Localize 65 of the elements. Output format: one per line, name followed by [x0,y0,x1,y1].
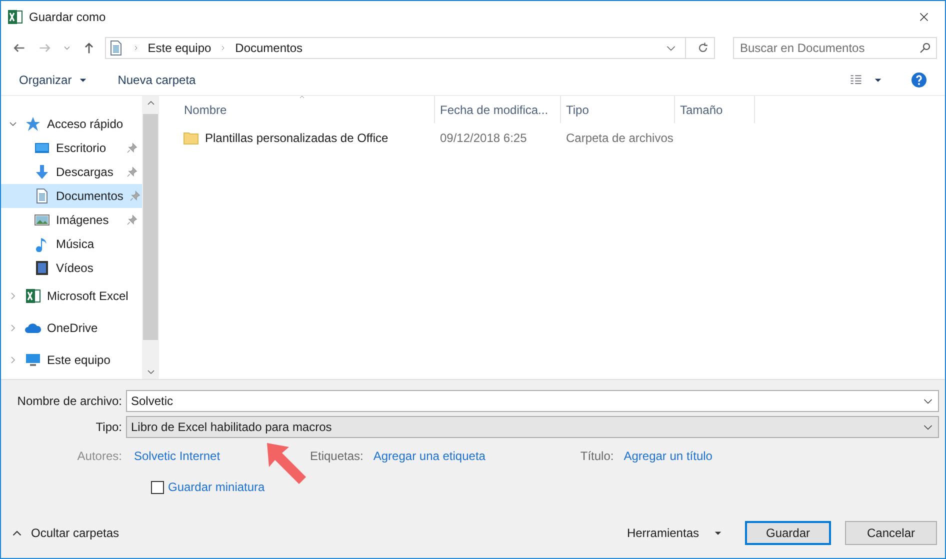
address-bar[interactable]: Este equipo Documentos [104,37,715,59]
window-title: Guardar como [29,8,106,26]
pointer-arrow [265,441,309,485]
film-icon [34,260,50,276]
title-label: Título: [580,448,614,465]
file-row[interactable]: Plantillas personalizadas de Office 09/12/2018 6:25 Carpeta de archivos [159,123,945,153]
column-header[interactable]: Tipo [561,96,675,123]
hide-folders-button[interactable]: Ocultar carpetas [11,524,120,542]
pin-icon [126,166,138,178]
sidebar-item[interactable]: Imágenes [1,208,142,232]
excel-icon [25,288,41,304]
sidebar-item[interactable]: Descargas [1,160,142,184]
details-view-icon [849,72,863,86]
breadcrumb[interactable]: Este equipo [148,39,212,57]
sidebar-item[interactable]: Acceso rápido [1,112,142,136]
monitor-icon [25,352,41,368]
search-icon [919,42,931,54]
help-icon [911,72,927,88]
close-icon [918,10,930,22]
scrollbar[interactable] [142,96,159,379]
tools-menu-button[interactable]: Herramientas [626,524,723,542]
new-folder-button[interactable]: Nueva carpeta [118,70,196,88]
download-arrow-icon [34,164,50,180]
pin-icon [126,214,138,226]
sidebar-item[interactable]: Microsoft Excel [1,280,142,312]
sidebar-item[interactable]: Documentos [1,184,142,208]
modified-date: 09/12/2018 6:25 [439,130,528,147]
filename-label: Nombre de archivo: [16,393,122,410]
add-tag-link[interactable]: Agregar una etiqueta [373,447,580,465]
sidebar-item[interactable]: Escritorio [1,136,142,160]
tags-label: Etiquetas: [310,448,364,465]
cancel-button[interactable]: Cancelar [845,521,937,545]
breadcrumb[interactable]: Documentos [235,39,303,57]
star-icon [25,116,41,132]
back-arrow-icon [12,41,26,55]
document-icon [34,188,50,204]
filename-field[interactable]: Solvetic [126,390,939,412]
desktop-icon [34,140,50,156]
column-header[interactable]: Nombre [179,96,435,123]
file-name: Plantillas personalizadas de Office [205,130,388,147]
pin-icon [129,190,142,202]
sidebar-item[interactable]: Música [1,232,142,256]
add-title-link[interactable]: Agregar un título [624,447,712,465]
search-field[interactable]: Buscar en Documentos [733,37,937,59]
sidebar-item[interactable]: Vídeos [1,256,142,280]
sidebar-item[interactable]: OneDrive [1,312,142,344]
type-label: Tipo: [94,419,122,436]
column-header[interactable]: Fecha de modifica... [435,96,561,123]
save-button[interactable]: Guardar [745,521,831,545]
file-type: Carpeta de archivos [565,130,674,147]
image-icon [34,212,50,228]
document-icon [108,40,124,56]
folder-icon [183,130,199,146]
sidebar-item[interactable]: Este equipo [1,344,142,376]
authors-link[interactable]: Solvetic Internet [134,447,310,465]
authors-label: Autores: [76,448,122,465]
pin-icon [126,142,138,154]
forward-arrow-icon [38,41,52,55]
excel-icon [7,8,23,24]
type-dropdown[interactable]: Libro de Excel habilitado para macros [126,416,939,438]
column-header[interactable]: Tamaño [675,96,755,123]
save-thumbnail-checkbox[interactable]: Guardar miniatura [151,478,265,496]
view-options-button[interactable] [849,72,883,86]
organize-menu-button[interactable]: Organizar [19,70,88,88]
refresh-icon [696,41,710,55]
